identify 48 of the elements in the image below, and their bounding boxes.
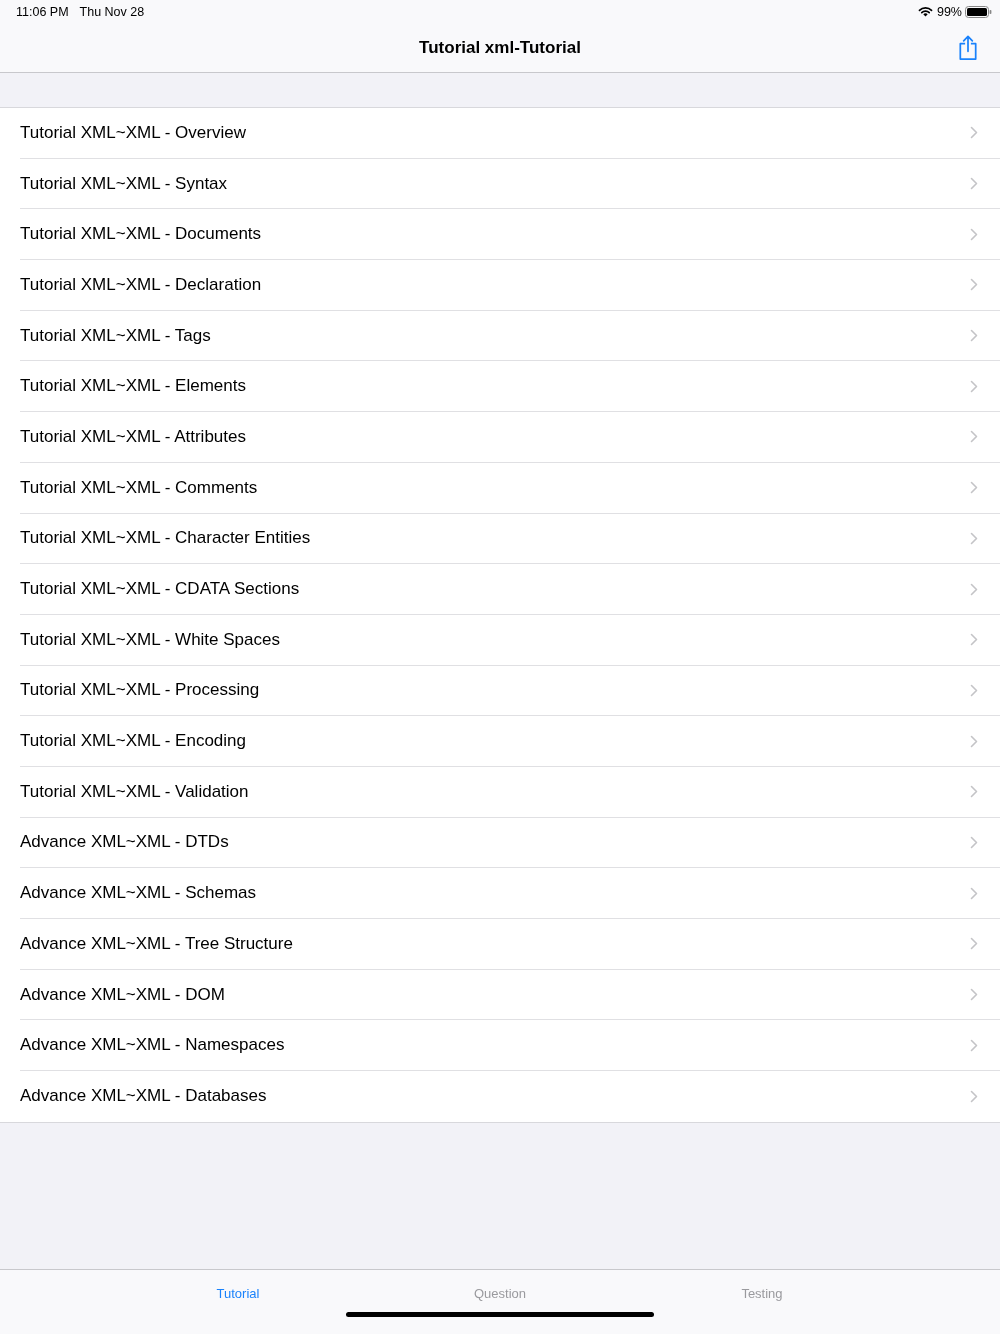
chevron-icon [970,937,978,951]
chevron-icon [970,886,978,900]
battery-icon [965,5,992,18]
row-label: Advance XML~XML - DOM [20,984,226,1005]
chevron-icon [970,329,978,343]
chevron-icon [970,177,978,191]
row-label: Advance XML~XML - Tree Structure [20,933,294,954]
chevron-icon [970,430,978,444]
chevron-icon [970,531,978,545]
chevron-icon [970,683,978,697]
chevron-icon [970,988,978,1002]
row-label: Tutorial XML~XML - Overview [20,122,247,143]
row-label: Advance XML~XML - Databases [20,1086,268,1107]
row-label: Advance XML~XML - DTDs [20,832,230,853]
chevron-icon [970,835,978,849]
row-label: Tutorial XML~XML - Processing [20,680,261,701]
status-time: 11:06 PM [16,4,69,19]
chevron-icon [970,785,978,799]
row-label: Tutorial XML~XML - Declaration [20,274,263,295]
row-label: Advance XML~XML - Namespaces [20,1035,286,1056]
nav-title: Tutorial xml-Tutorial [419,38,581,58]
row-label: Advance XML~XML - Schemas [20,883,258,904]
row-label: Tutorial XML~XML - Character Entities [20,528,312,549]
chevron-icon [970,582,978,596]
chevron-icon [970,126,978,140]
chevron-icon [970,227,978,241]
status-date: Thu Nov 28 [79,4,145,19]
row-label: Tutorial XML~XML - CDATA Sections [20,579,301,600]
row-label: Tutorial XML~XML - White Spaces [20,629,281,650]
row-label: Tutorial XML~XML - Encoding [20,731,247,752]
chevron-icon [970,734,978,748]
row-label: Tutorial XML~XML - Tags [20,325,212,346]
chevron-icon [970,1089,978,1103]
wifi-icon [917,6,933,17]
row-label: Tutorial XML~XML - Comments [20,477,259,498]
row-label: Tutorial XML~XML - Attributes [20,426,247,447]
row-label: Tutorial XML~XML - Elements [20,376,247,397]
chevron-icon [970,379,978,393]
tab-button[interactable]: Tutorial [107,1284,369,1303]
chevron-icon [970,633,978,647]
battery-percent: 99% [936,4,962,19]
chevron-icon [970,1038,978,1052]
row-label: Tutorial XML~XML - Syntax [20,173,229,194]
row-label: Tutorial XML~XML - Validation [20,781,250,802]
share-icon[interactable] [958,35,978,60]
row-label: Tutorial XML~XML - Documents [20,224,263,245]
chevron-icon [970,278,978,292]
chevron-icon [970,481,978,495]
